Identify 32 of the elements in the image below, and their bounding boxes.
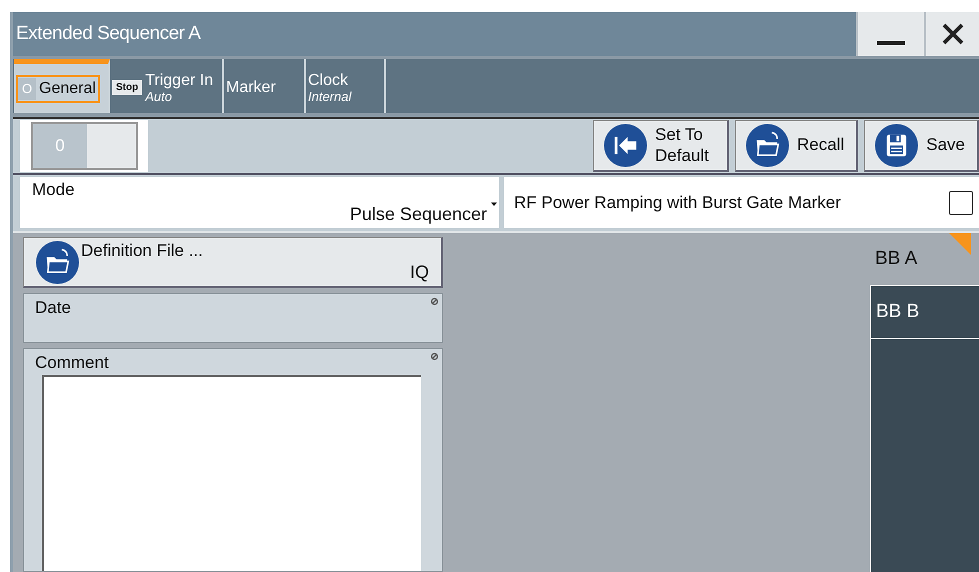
checkbox-label: RF Power Ramping with Burst Gate Marker: [514, 192, 842, 212]
switch-value: 0: [33, 124, 87, 168]
close-button[interactable]: [924, 12, 979, 56]
window-title: Extended Sequencer A: [15, 22, 202, 46]
toolbar-button[interactable]: Recall: [735, 120, 858, 172]
tab[interactable]: Clock Internal: [306, 59, 386, 113]
tab[interactable]: Marker: [224, 59, 306, 113]
folder-icon: [746, 124, 789, 167]
status-badge: Stop: [112, 80, 142, 96]
folder-icon: [36, 241, 79, 284]
definition-file-button[interactable]: Definition File ... IQ: [23, 237, 443, 288]
status-badge: O: [18, 78, 36, 100]
tab-label: Trigger In: [145, 72, 214, 90]
comment-field[interactable]: [42, 375, 421, 571]
disabled-icon: [430, 352, 439, 361]
disabled-icon: [430, 297, 439, 306]
tab-label: Clock: [308, 72, 350, 90]
tab[interactable]: O General: [14, 59, 110, 113]
comment-label: Comment: [35, 353, 110, 373]
tab-sublabel: Internal: [308, 90, 352, 104]
checkbox[interactable]: [949, 190, 973, 214]
tab-sublabel: Auto: [145, 90, 173, 104]
mode-dropdown[interactable]: Mode Pulse Sequencer: [20, 177, 499, 228]
side-tab[interactable]: BB B: [870, 285, 979, 338]
tab-label: General: [39, 80, 96, 98]
minimize-icon: [876, 41, 906, 45]
save-icon: [875, 124, 918, 167]
minimize-button[interactable]: [856, 12, 924, 56]
toolbar-button[interactable]: Save: [864, 120, 979, 172]
date-label: Date: [35, 298, 71, 317]
tab-label: Marker: [226, 79, 276, 97]
toolbar-button[interactable]: Set To Default: [593, 120, 729, 172]
